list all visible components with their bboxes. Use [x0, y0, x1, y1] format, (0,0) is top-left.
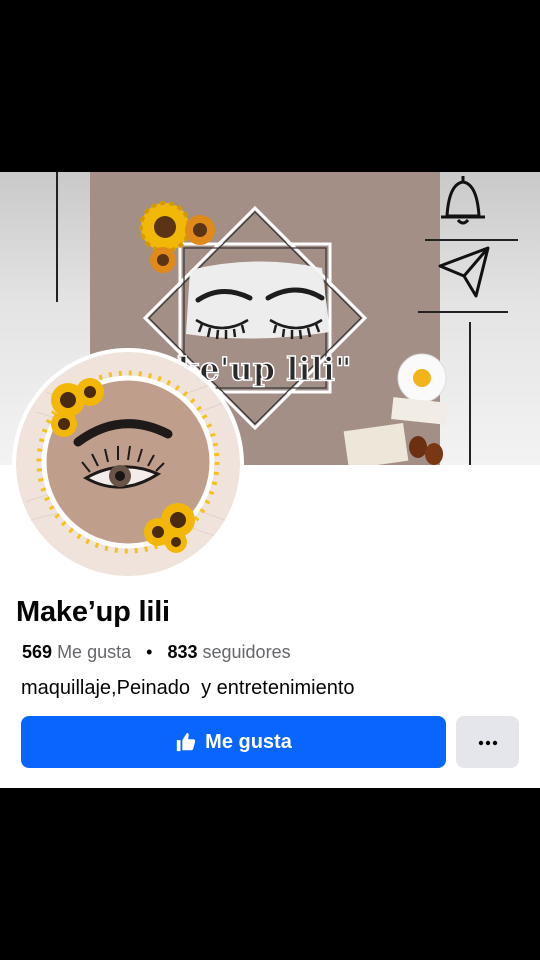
page-category: maquillaje,Peinado y entretenimiento — [21, 677, 355, 699]
bell-icon — [441, 176, 485, 225]
top-letterbox — [0, 0, 540, 172]
followers-label[interactable]: seguidores — [203, 642, 291, 662]
bottom-letterbox — [0, 788, 540, 960]
more-horizontal-icon — [478, 733, 498, 751]
profile-avatar[interactable] — [12, 348, 244, 580]
stats-separator: • — [146, 642, 153, 662]
daisy — [397, 353, 447, 403]
followers-count[interactable]: 833 — [167, 642, 197, 662]
like-button[interactable]: Me gusta — [21, 716, 446, 768]
like-button-label: Me gusta — [205, 730, 292, 753]
paper-plane-icon — [438, 246, 490, 298]
thumbs-up-icon — [175, 731, 197, 753]
likes-label[interactable]: Me gusta — [57, 642, 131, 662]
page-stats: 569 Me gusta • 833 seguidores — [22, 642, 291, 663]
coffee-bean — [409, 436, 427, 458]
more-options-button[interactable] — [456, 716, 519, 768]
page-header: ake'up lili" Make’up lili 569 Me gusta •… — [0, 172, 540, 788]
likes-count[interactable]: 569 — [22, 642, 52, 662]
page-title: Make’up lili — [16, 596, 170, 628]
avatar-artwork — [16, 352, 240, 576]
